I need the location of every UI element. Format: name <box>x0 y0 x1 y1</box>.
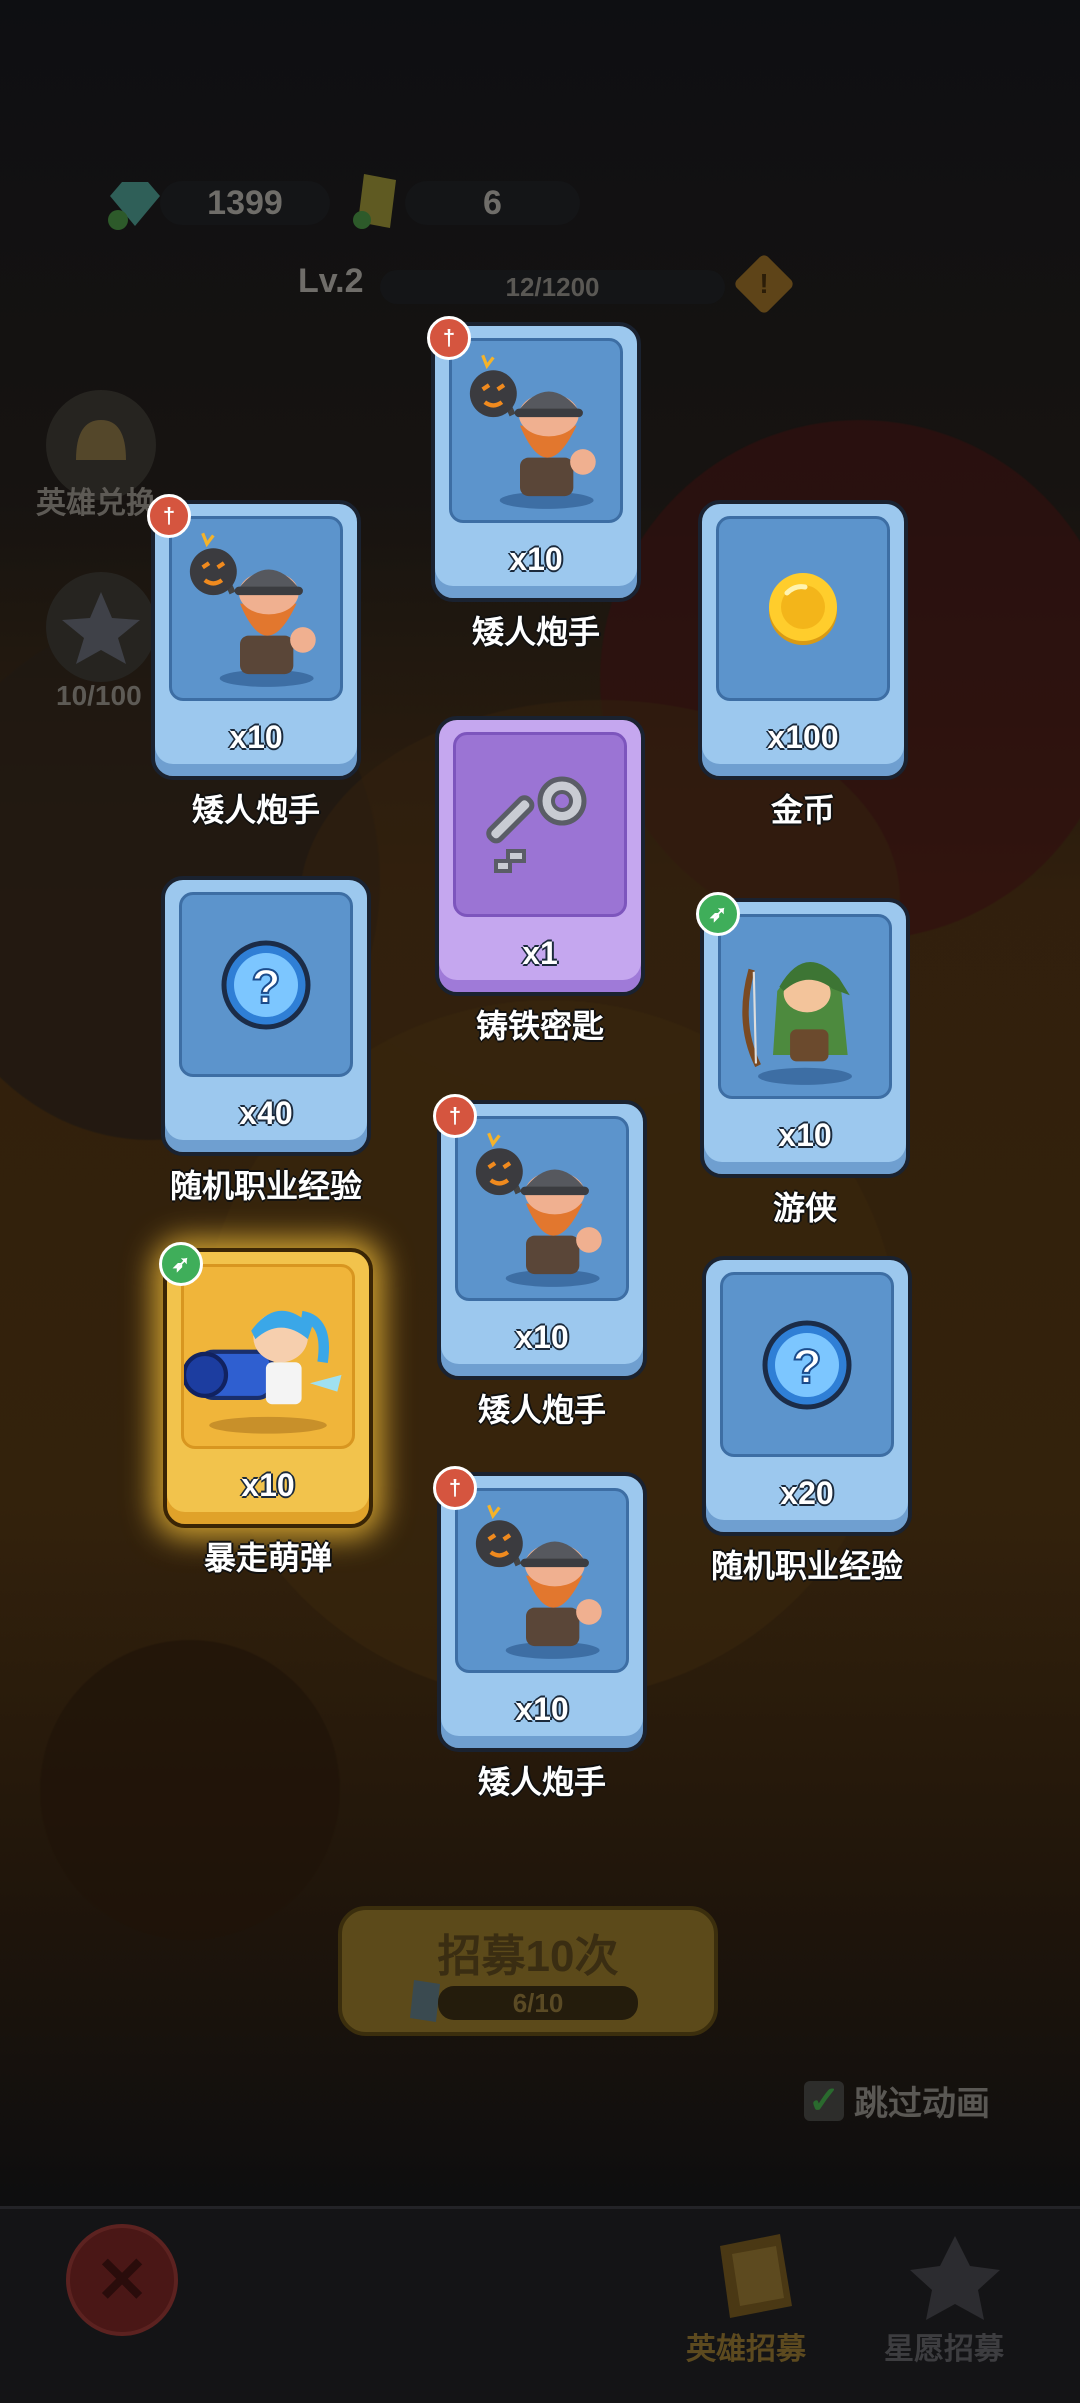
question-orb-icon <box>757 1315 857 1415</box>
checkbox-icon[interactable]: ✓ <box>804 2080 844 2122</box>
card-count: x10 <box>515 1691 569 1727</box>
recruit-title: 招募10次 <box>437 1932 619 1981</box>
recruit-10-button[interactable]: 招募10次 6/10 <box>338 1906 718 2036</box>
ticket-count: 6 <box>405 181 580 225</box>
skip-animation-toggle[interactable]: ✓ 跳过动画 <box>804 2076 990 2125</box>
question-orb-icon <box>216 935 316 1035</box>
crossed-swords-icon: ✕ <box>95 2243 149 2316</box>
card-name: 矮人炮手 <box>477 1392 606 1428</box>
dagger-class-icon: † <box>147 494 191 538</box>
star-crystal-button[interactable] <box>46 572 156 682</box>
iron-key-icon <box>480 765 600 885</box>
dwarf-gunner-icon <box>467 1129 617 1289</box>
close-button[interactable]: ✕ <box>66 2224 178 2336</box>
reward-card[interactable]: x10 † 矮人炮手 <box>433 1094 647 1428</box>
level-label: Lv.2 <box>298 262 364 300</box>
cannon-girl-icon <box>184 1277 352 1437</box>
tab-wish-recruit[interactable]: 星愿招募 <box>884 2324 1004 2368</box>
hero-exchange-label: 英雄兑换 <box>36 487 156 520</box>
card-count: x20 <box>780 1475 834 1511</box>
gold-coin-icon <box>753 559 853 659</box>
gem-count: 1399 <box>160 181 330 225</box>
recruit-progress: 6/10 <box>438 1986 638 2020</box>
reward-card[interactable]: x1 铸铁密匙 <box>435 716 645 1044</box>
star-crystal-icon <box>62 592 140 664</box>
dagger-class-icon: † <box>427 316 471 360</box>
card-count: x1 <box>522 935 558 971</box>
dwarf-gunner-icon <box>461 351 611 511</box>
card-count: x10 <box>778 1117 832 1153</box>
wish-recruit-tab-icon <box>910 2236 1000 2320</box>
reward-card[interactable]: x40 随机职业经验 <box>161 876 371 1204</box>
card-name: 矮人炮手 <box>471 614 600 650</box>
warning-icon[interactable]: ! <box>732 252 796 316</box>
card-name: 暴走萌弹 <box>203 1540 332 1576</box>
card-name: 矮人炮手 <box>191 792 320 828</box>
bow-class-icon: ➶ <box>159 1242 203 1286</box>
reward-card[interactable]: x10 † 矮人炮手 <box>433 1466 647 1800</box>
card-count: x100 <box>767 719 839 755</box>
tab-hero-recruit[interactable]: 英雄招募 <box>686 2324 806 2368</box>
reward-card[interactable]: x10 † 矮人炮手 <box>147 494 361 828</box>
card-name: 游侠 <box>772 1190 837 1226</box>
card-name: 铸铁密匙 <box>475 1008 604 1044</box>
reward-card[interactable]: x10 ➶ 游侠 <box>696 892 910 1226</box>
card-count: x10 <box>241 1467 295 1503</box>
reward-card[interactable]: x20 随机职业经验 <box>702 1256 912 1584</box>
ranger-icon <box>730 927 880 1087</box>
exp-bar: 12/1200 <box>380 270 725 304</box>
bow-class-icon: ➶ <box>696 892 740 936</box>
card-count: x10 <box>229 719 283 755</box>
hero-recruit-tab-icon <box>720 2234 792 2318</box>
ticket-icon <box>353 174 396 229</box>
card-name: 随机职业经验 <box>169 1168 362 1204</box>
dwarf-gunner-icon <box>467 1501 617 1661</box>
dwarf-gunner-icon <box>181 529 331 689</box>
reward-card[interactable]: x10 ➶ 暴走萌弹 <box>159 1242 373 1576</box>
card-count: x10 <box>509 541 563 577</box>
card-name: 矮人炮手 <box>477 1764 606 1800</box>
skip-animation-label: 跳过动画 <box>854 2085 990 2123</box>
dagger-class-icon: † <box>433 1466 477 1510</box>
reward-card[interactable]: x10 † 矮人炮手 <box>427 316 641 650</box>
card-count: x10 <box>515 1319 569 1355</box>
card-name: 随机职业经验 <box>710 1548 903 1584</box>
star-crystal-count: 10/100 <box>56 680 142 711</box>
card-name: 金币 <box>770 792 835 828</box>
dagger-class-icon: † <box>433 1094 477 1138</box>
reward-card[interactable]: x100 金币 <box>698 500 908 828</box>
card-count: x40 <box>239 1095 293 1131</box>
